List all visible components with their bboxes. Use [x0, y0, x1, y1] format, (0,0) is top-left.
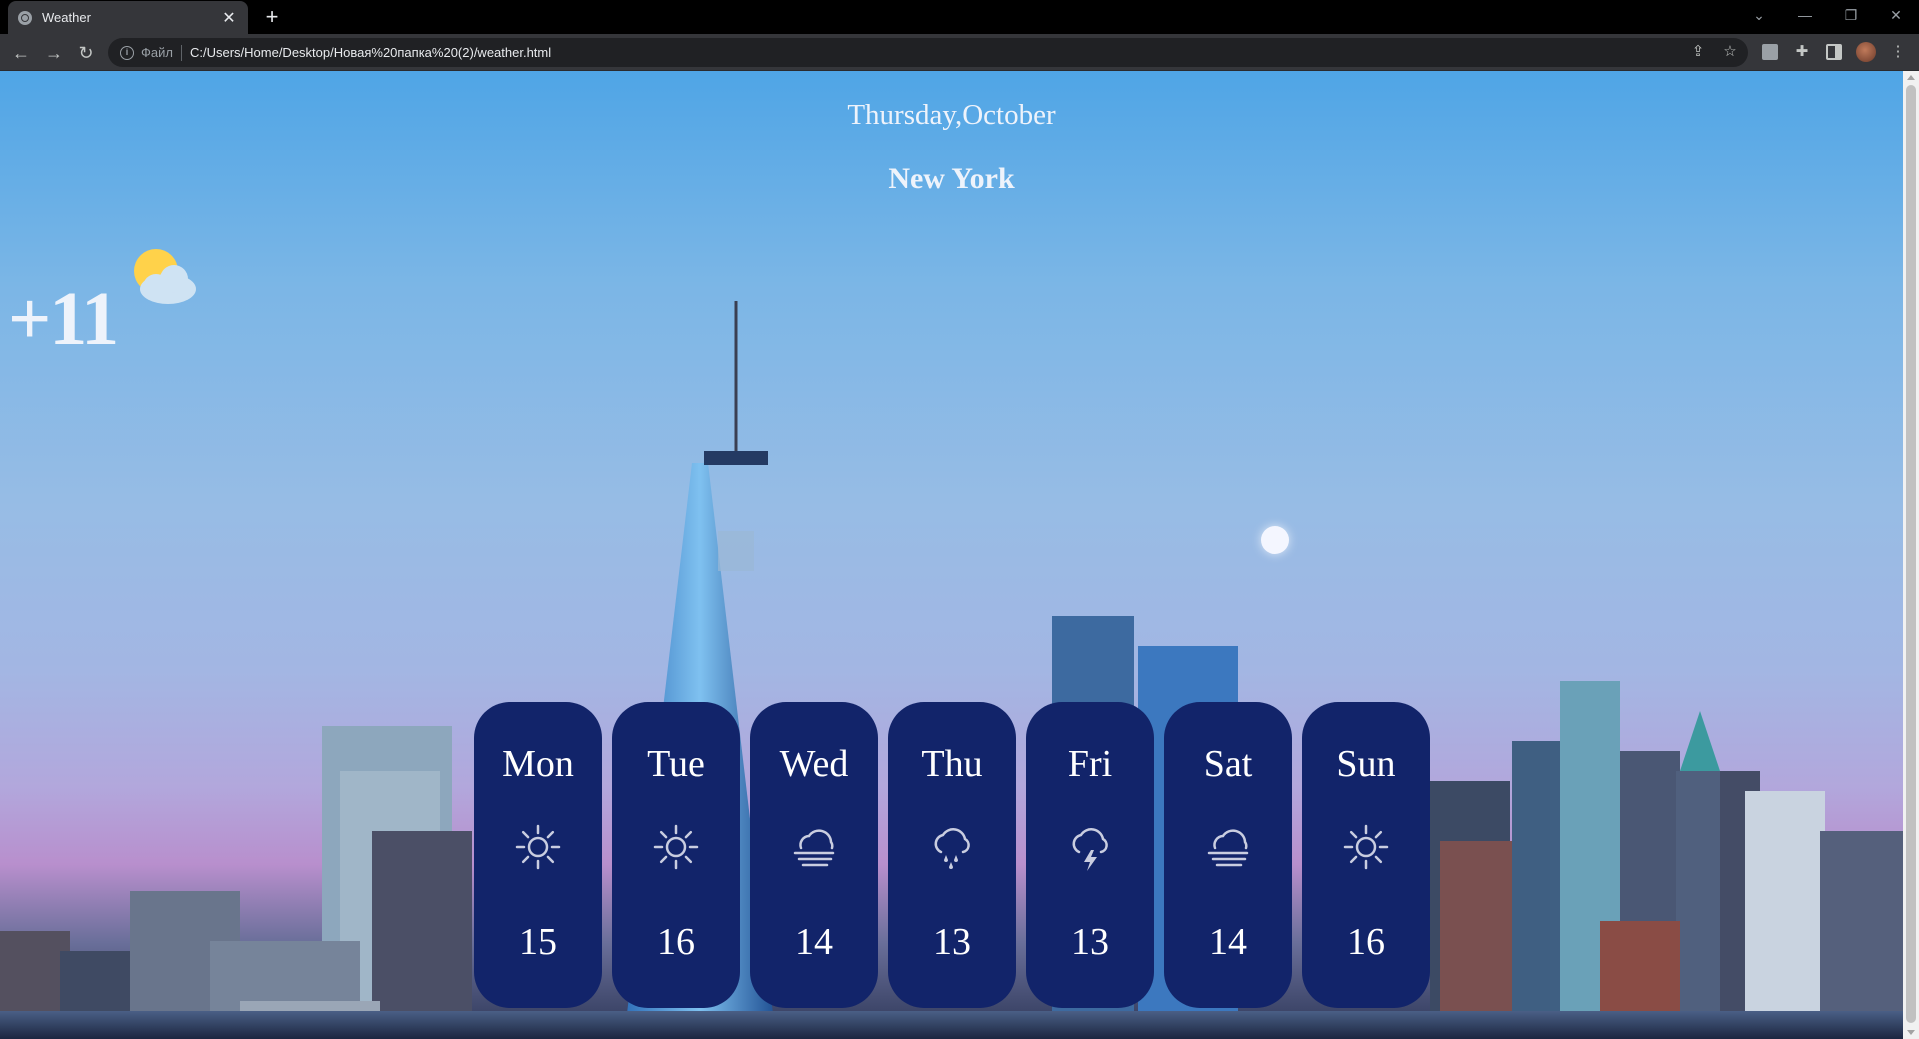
new-tab-button[interactable]: + — [260, 5, 284, 29]
info-icon[interactable]: i — [120, 45, 134, 60]
scheme-label: Файл — [141, 45, 173, 60]
forecast-card-sat: Sat 14 — [1164, 702, 1292, 1008]
menu-kebab-icon[interactable]: ⋮ — [1888, 42, 1908, 62]
url-text[interactable]: C:/Users/Home/Desktop/Новая%20папка%20(2… — [190, 45, 551, 60]
scroll-down-icon[interactable] — [1907, 1030, 1915, 1035]
bookmark-star-icon[interactable]: ☆ — [1720, 42, 1740, 62]
city-name: New York — [888, 162, 1015, 195]
sun-behind-cloud-icon — [134, 249, 196, 304]
weather-page: Thursday,October New York +11 Mon 15 Tue … — [0, 71, 1903, 1039]
sun-icon — [653, 824, 699, 870]
forecast-temperature: 16 — [657, 921, 695, 963]
sun-icon — [1343, 824, 1389, 870]
extensions-puzzle-icon[interactable]: ✚ — [1792, 42, 1812, 62]
vertical-scrollbar[interactable] — [1903, 71, 1919, 1039]
tab-title: Weather — [42, 10, 91, 25]
forecast-card-sun: Sun 16 — [1302, 702, 1430, 1008]
avatar[interactable] — [1856, 42, 1876, 62]
divider — [180, 44, 182, 61]
globe-icon — [18, 10, 32, 25]
fog-icon — [1207, 829, 1249, 867]
forecast-card-wed: Wed 14 — [750, 702, 878, 1008]
rain-icon — [934, 828, 970, 869]
share-icon[interactable]: ⇪ — [1688, 42, 1708, 62]
back-icon[interactable]: ← — [10, 42, 32, 64]
extension-icon[interactable] — [1762, 44, 1778, 60]
forecast-day: Thu — [921, 743, 983, 785]
forecast-temperature: 13 — [1071, 921, 1109, 963]
forecast-day: Sat — [1203, 743, 1253, 785]
scrollbar-thumb[interactable] — [1906, 85, 1916, 1023]
forecast-temperature: 14 — [795, 921, 833, 963]
forecast-day: Mon — [502, 743, 574, 785]
scroll-up-icon[interactable] — [1907, 75, 1915, 80]
forecast-card-thu: Thu 13 — [888, 702, 1016, 1008]
tab-strip: Weather ✕ + ⌄ — ❐ ✕ — [0, 0, 1919, 34]
forecast-card-fri: Fri 13 — [1026, 702, 1154, 1008]
reload-icon[interactable]: ↻ — [75, 42, 97, 64]
forecast-day: Sun — [1336, 743, 1396, 785]
forward-icon[interactable]: → — [43, 42, 65, 64]
moon — [1261, 526, 1289, 554]
current-temperature: +11 — [8, 277, 119, 361]
browser-tab[interactable]: Weather ✕ — [8, 1, 248, 34]
thunderstorm-icon — [1072, 828, 1108, 871]
weekly-forecast: Mon 15 Tue 16 Wed 14 Thu 13 Fri 13 Sat 14 Sun … — [474, 702, 1430, 1008]
forecast-day: Tue — [647, 743, 705, 785]
date-heading: Thursday,October — [847, 99, 1056, 131]
restore-icon[interactable]: ❐ — [1828, 0, 1874, 30]
tab-search-icon[interactable]: ⌄ — [1736, 0, 1782, 30]
forecast-temperature: 16 — [1347, 921, 1385, 963]
window-close-icon[interactable]: ✕ — [1873, 0, 1919, 30]
forecast-temperature: 14 — [1209, 921, 1247, 963]
close-tab-icon[interactable]: ✕ — [220, 8, 238, 28]
minimize-icon[interactable]: — — [1782, 0, 1828, 30]
forecast-card-mon: Mon 15 — [474, 702, 602, 1008]
address-bar[interactable]: i Файл C:/Users/Home/Desktop/Новая%20пап… — [108, 38, 1748, 67]
forecast-temperature: 15 — [519, 921, 557, 963]
toolbar: ← → ↻ i Файл C:/Users/Home/Desktop/Новая… — [0, 34, 1919, 71]
forecast-temperature: 13 — [933, 921, 971, 963]
forecast-card-tue: Tue 16 — [612, 702, 740, 1008]
forecast-day: Fri — [1067, 743, 1113, 785]
side-panel-icon[interactable] — [1826, 44, 1842, 60]
sun-icon — [515, 824, 561, 870]
fog-icon — [793, 829, 835, 867]
forecast-day: Wed — [779, 743, 849, 785]
